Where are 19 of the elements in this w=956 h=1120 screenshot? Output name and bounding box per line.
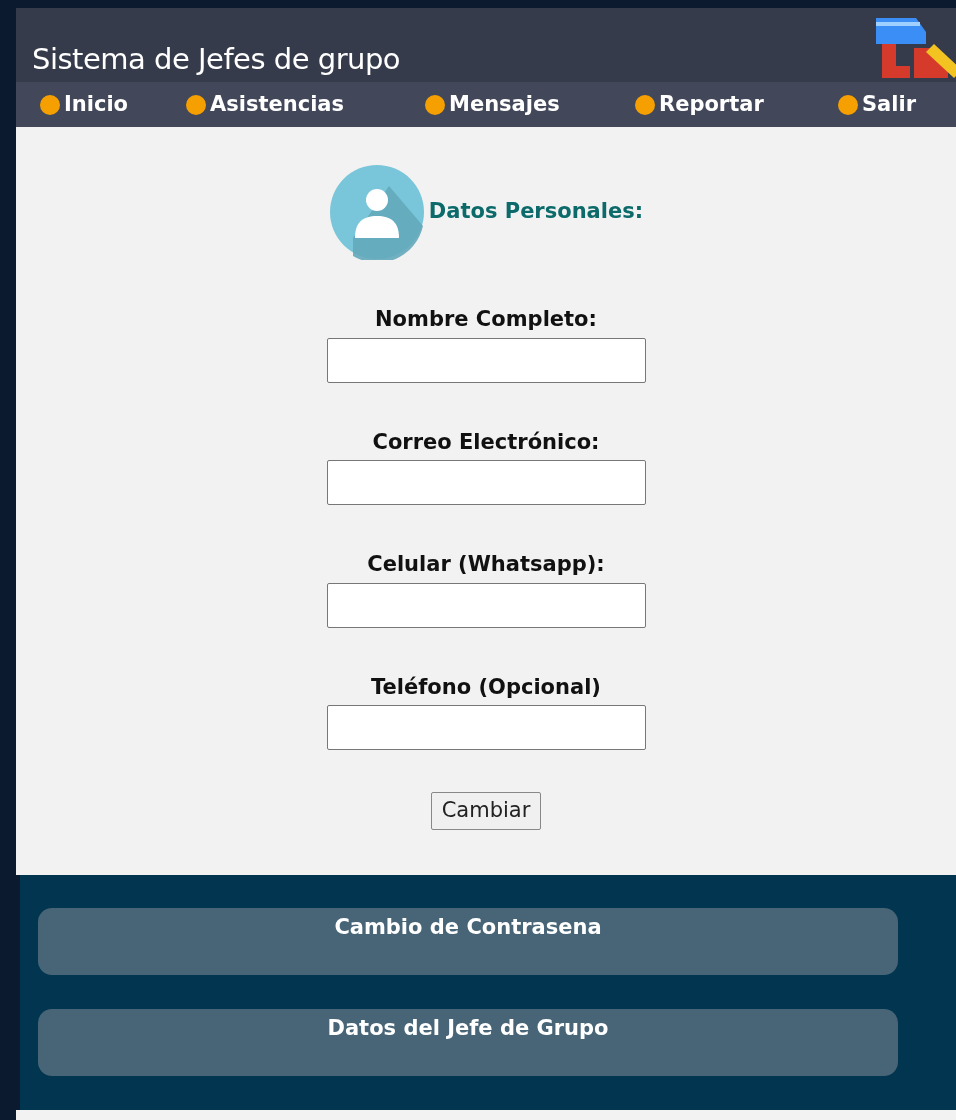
nav-link[interactable]: Inicio (40, 88, 186, 121)
submit-button[interactable]: Cambiar (430, 792, 542, 830)
user-avatar-icon (328, 164, 425, 260)
nav-link[interactable]: Mensajes (425, 88, 635, 121)
section-title: Datos Personales: (428, 198, 644, 226)
input-field[interactable] (326, 460, 646, 505)
field-label: Teléfono (Opcional) (371, 673, 601, 701)
input-field[interactable] (326, 582, 646, 628)
app-title: Sistema de Jefes de grupo (32, 41, 401, 78)
menu-button[interactable]: Cambio de Contrasena (38, 908, 898, 975)
field-label: Celular (Whatsapp): (367, 551, 605, 578)
input-field[interactable] (326, 337, 646, 383)
nav-link[interactable]: Asistencias (186, 88, 425, 121)
menu-button[interactable]: Datos del Jefe de Grupo (38, 1009, 898, 1076)
input-field[interactable] (326, 705, 646, 750)
nav-link[interactable]: Salir (838, 88, 917, 121)
nav-link[interactable]: Reportar (635, 88, 838, 121)
field-label: Nombre Completo: (375, 306, 597, 333)
field-label: Correo Electrónico: (372, 428, 600, 456)
